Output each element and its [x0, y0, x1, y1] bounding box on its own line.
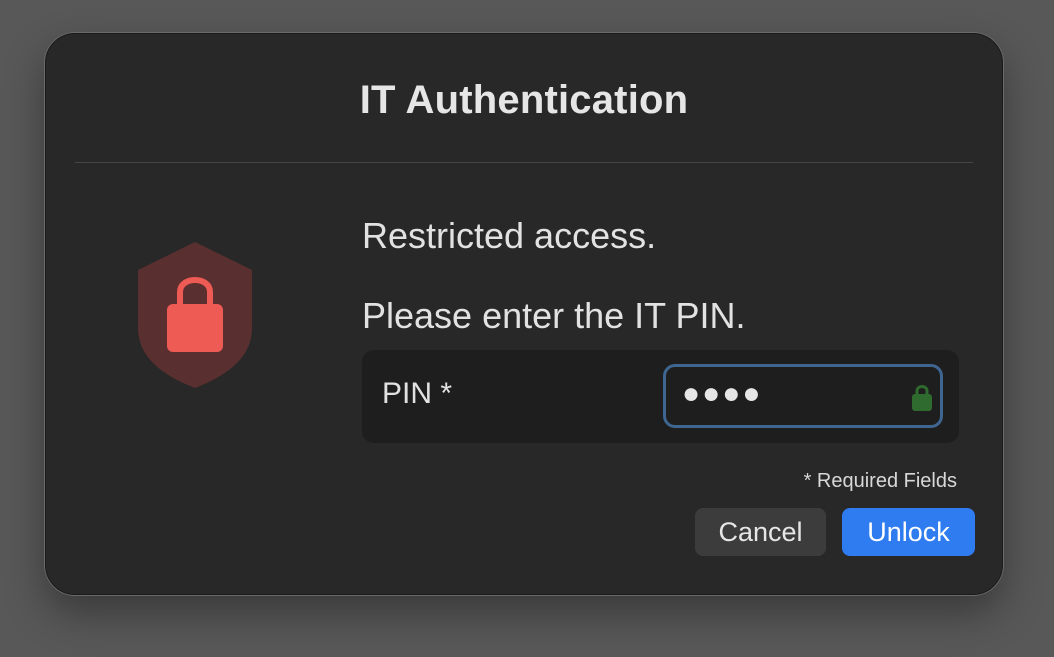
- pin-label: PIN *: [382, 377, 453, 410]
- unlock-button[interactable]: Unlock: [842, 508, 975, 556]
- lock-icon: [912, 385, 932, 411]
- pin-prompt-message: Please enter the IT PIN.: [362, 295, 746, 336]
- title-divider: [75, 162, 973, 163]
- pin-input-value: ●●●●: [682, 377, 763, 410]
- pin-input[interactable]: ●●●●: [663, 364, 943, 428]
- restricted-message: Restricted access.: [362, 215, 657, 256]
- auth-dialog: IT Authentication Restricted access. Ple…: [45, 33, 1003, 595]
- cancel-button[interactable]: Cancel: [695, 508, 826, 556]
- pin-form-panel: PIN * ●●●●: [362, 350, 959, 443]
- dialog-title: IT Authentication: [359, 78, 689, 122]
- required-fields-note: * Required Fields: [803, 470, 957, 492]
- shield-lock-icon: [138, 242, 252, 388]
